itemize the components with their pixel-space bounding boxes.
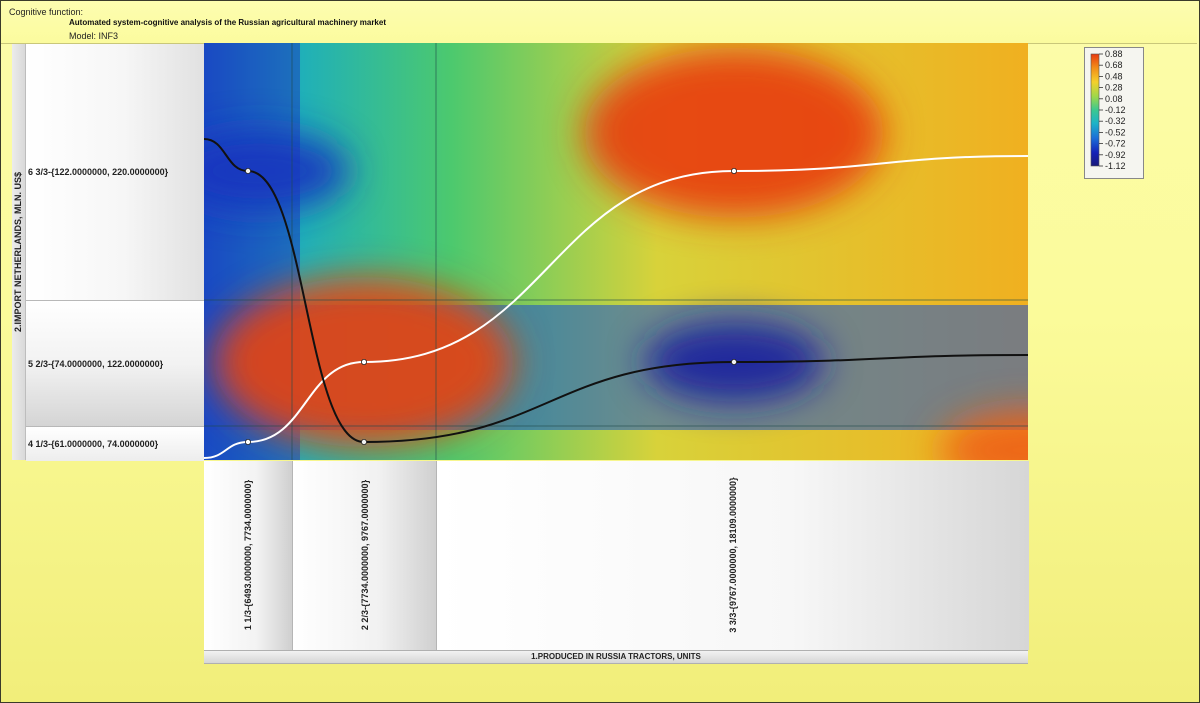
legend-tick-label: -0.52	[1105, 127, 1126, 137]
x-category-cell: 2 2/3-{7734.0000000, 9767.0000000}	[292, 461, 437, 650]
cognitive-function-label: Cognitive function:	[9, 7, 84, 17]
header: Cognitive function: Automated system-cog…	[1, 1, 1197, 44]
legend-tick-label: 0.68	[1105, 60, 1123, 70]
color-legend: 0.88 0.68 0.48 0.28 0.08 -0.12 -0.32 -0.52 -0.72…	[1084, 47, 1144, 179]
series-point-white	[360, 358, 367, 365]
model-label: Model: INF3	[69, 31, 119, 41]
legend-tick-label: 0.48	[1105, 71, 1123, 81]
x-axis-label: 1.PRODUCED IN RUSSIA TRACTORS, UNITS	[531, 652, 701, 661]
color-legend-svg: 0.880.680.48 0.280.08-0.12-0.32-0.52 -0.72…	[1090, 49, 1126, 171]
y-category-cell: 5 2/3-{74.0000000, 122.0000000}	[26, 300, 204, 427]
x-tick-label: 1 1/3-{6493.0000000, 7734.0000000}	[243, 479, 253, 631]
x-category-cell: 3 3/3-{9767.0000000, 18109.0000000}	[436, 461, 1029, 650]
heatmap-hotspot	[584, 47, 884, 218]
series-point-white	[245, 438, 252, 445]
legend-tick-label: -0.12	[1105, 105, 1126, 115]
colorbar-gradient	[1090, 53, 1100, 167]
legend-tick-label: -0.72	[1105, 139, 1126, 149]
series-point-black	[360, 438, 367, 445]
x-tick-label: 2 2/3-{7734.0000000, 9767.0000000}	[360, 479, 370, 631]
legend-tick-label: 0.08	[1105, 94, 1123, 104]
x-category-cell: 1 1/3-{6493.0000000, 7734.0000000}	[204, 461, 292, 650]
y-tick-label: 6 3/3-{122.0000000, 220.0000000}	[28, 167, 169, 177]
heatmap-plot	[204, 43, 1028, 460]
y-tick-label: 5 2/3-{74.0000000, 122.0000000}	[28, 359, 164, 369]
legend-tick-label: 0.88	[1105, 49, 1123, 59]
legend-tick-label: -0.32	[1105, 116, 1126, 126]
x-axis-label-strip: 1.PRODUCED IN RUSSIA TRACTORS, UNITS	[204, 650, 1028, 664]
y-category-cell: 4 1/3-{61.0000000, 74.0000000}	[26, 426, 204, 461]
series-point-black	[731, 358, 738, 365]
series-point-black	[245, 168, 252, 175]
y-axis-label: 2.IMPORT NETHERLANDS, MLN. US$	[13, 171, 23, 333]
legend-tick-label: -0.92	[1105, 150, 1126, 160]
legend-tick-label: 0.28	[1105, 83, 1123, 93]
legend-tick-label: -1.12	[1105, 161, 1126, 171]
y-tick-label: 4 1/3-{61.0000000, 74.0000000}	[28, 439, 159, 449]
series-point-white	[731, 168, 738, 175]
y-category-cell: 6 3/3-{122.0000000, 220.0000000}	[26, 44, 204, 300]
heatmap-svg	[204, 43, 1028, 460]
x-tick-label: 3 3/3-{9767.0000000, 18109.0000000}	[728, 477, 738, 633]
chart-title: Automated system-cognitive analysis of t…	[69, 18, 386, 27]
